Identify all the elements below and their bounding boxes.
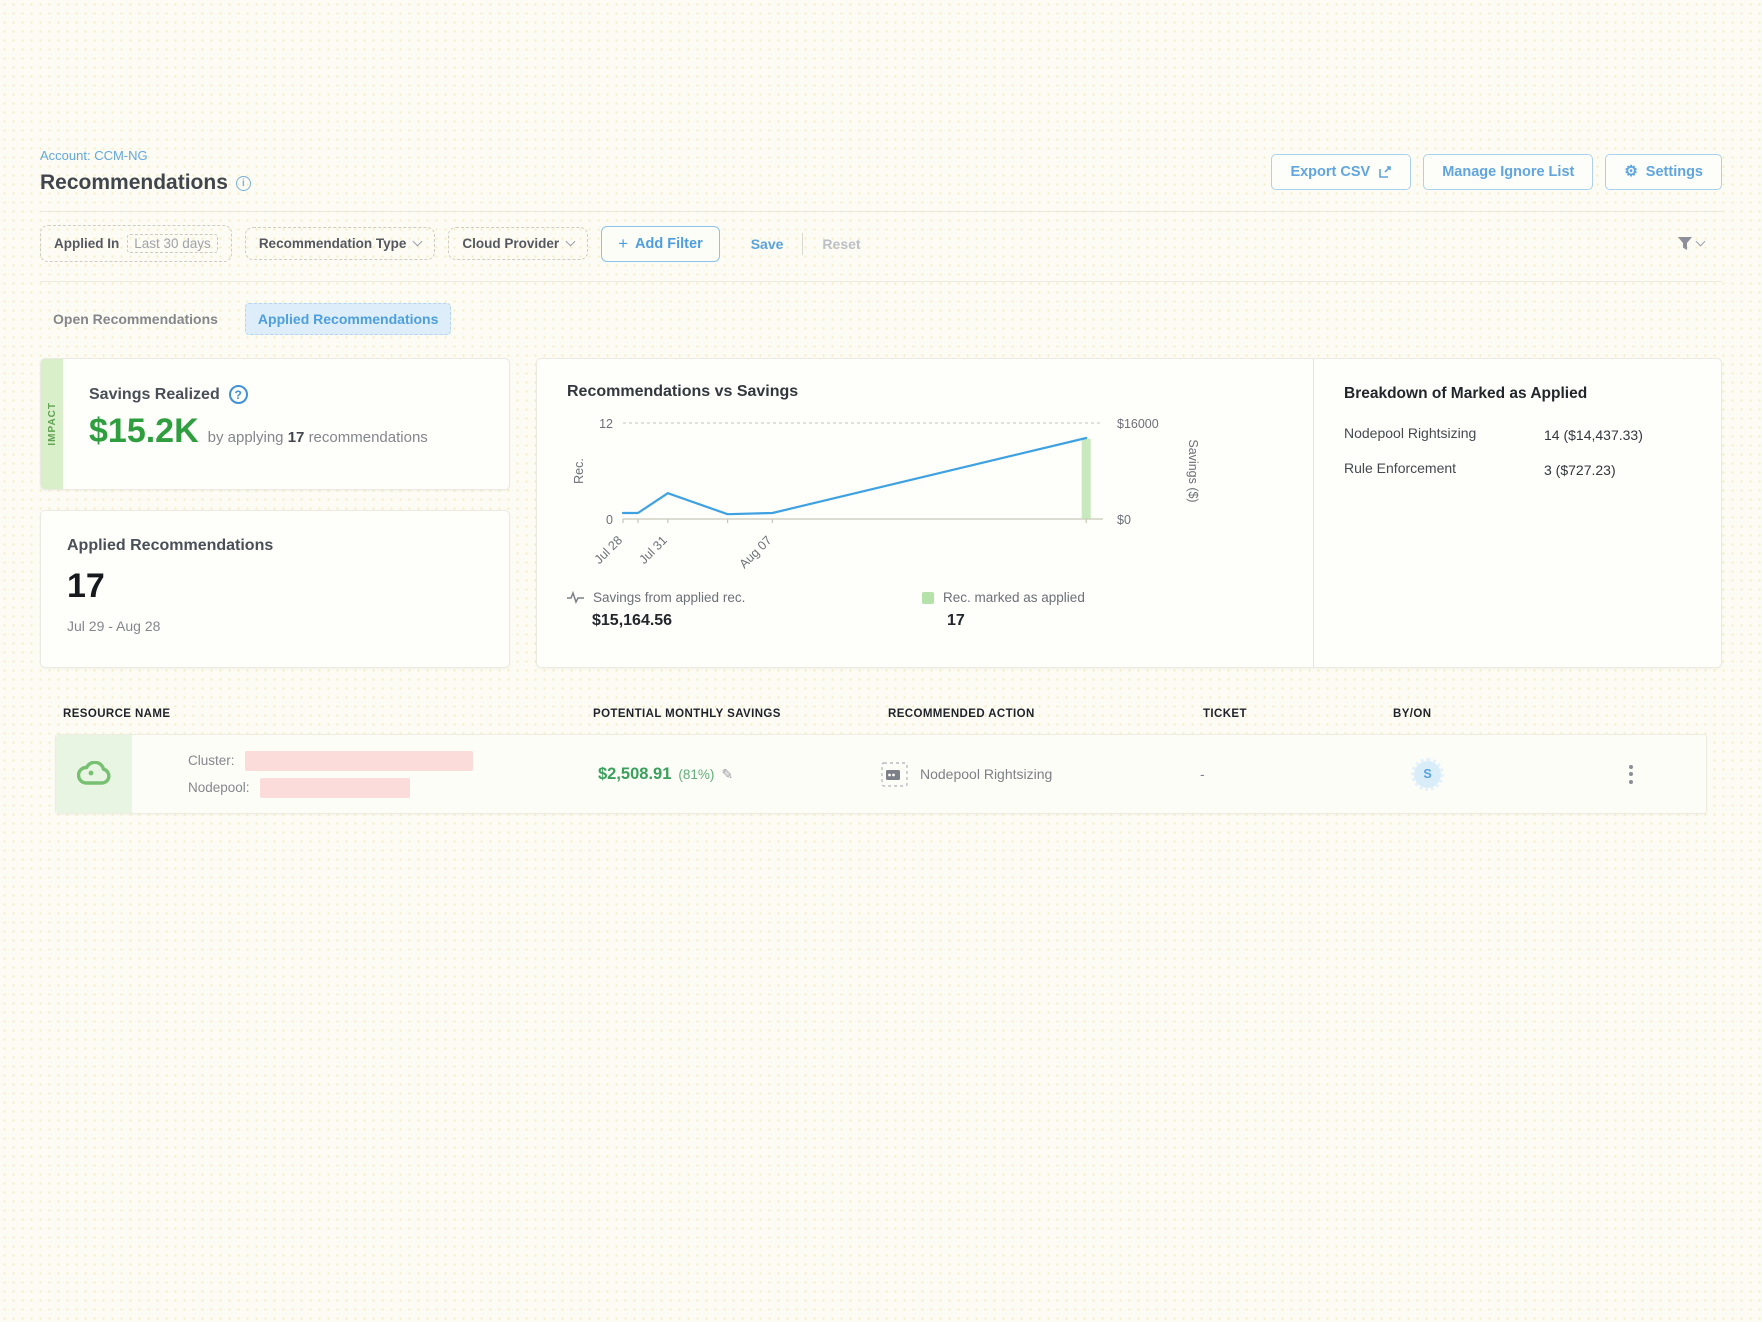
info-icon[interactable]: i xyxy=(236,176,251,191)
savings-realized-title: Savings Realized xyxy=(89,386,220,404)
cluster-name-redacted xyxy=(245,751,473,771)
recommendations-page: Account: CCM-NG Recommendations i Export… xyxy=(0,148,1762,1322)
breadcrumb[interactable]: Account: CCM-NG xyxy=(40,148,251,163)
chart-legend: Savings from applied rec. $15,164.56 Rec… xyxy=(567,590,1313,630)
tab-applied-recommendations[interactable]: Applied Recommendations xyxy=(245,303,451,335)
impact-strip: IMPACT xyxy=(41,359,63,489)
gear-icon: ⚙ xyxy=(1624,164,1637,179)
green-square-icon xyxy=(922,592,934,604)
chevron-down-icon xyxy=(566,237,576,247)
ticket-cell: - xyxy=(1196,766,1386,782)
svg-text:Aug 07: Aug 07 xyxy=(737,533,775,571)
filter-bar: Applied In Last 30 days Recommendation T… xyxy=(40,212,1722,282)
settings-button[interactable]: ⚙ Settings xyxy=(1605,154,1722,190)
page-header: Account: CCM-NG Recommendations i Export… xyxy=(40,148,1722,212)
divider xyxy=(802,233,803,255)
row-menu-icon[interactable] xyxy=(1623,759,1639,790)
nodepool-label: Nodepool: xyxy=(188,780,250,795)
cloud-provider-icon xyxy=(77,761,111,787)
table-header-row: RESOURCE NAME POTENTIAL MONTHLY SAVINGS … xyxy=(55,708,1707,734)
savings-realized-card: IMPACT Savings Realized ? $15.2K by appl… xyxy=(40,358,510,490)
svg-text:0: 0 xyxy=(606,513,613,527)
reset-filters-link[interactable]: Reset xyxy=(822,236,860,252)
svg-text:$0: $0 xyxy=(1117,513,1131,527)
chevron-down-icon xyxy=(413,237,423,247)
nodepool-rightsizing-icon xyxy=(881,762,908,787)
col-recommended-action: RECOMMENDED ACTION xyxy=(888,708,1203,720)
legend-applied-value: 17 xyxy=(947,612,1085,630)
funnel-icon xyxy=(1677,236,1693,251)
breakdown-title: Breakdown of Marked as Applied xyxy=(1344,385,1695,403)
resource-cell: Cluster: Nodepool: xyxy=(56,735,586,813)
savings-realized-desc: by applying 17 recommendations xyxy=(208,429,428,446)
tab-open-recommendations[interactable]: Open Recommendations xyxy=(40,303,231,335)
filter-applied-in-value[interactable]: Last 30 days xyxy=(127,234,218,253)
legend-savings-value: $15,164.56 xyxy=(592,612,922,630)
chevron-down-icon xyxy=(1696,237,1706,247)
svg-text:Jul 28: Jul 28 xyxy=(592,533,626,567)
svg-text:12: 12 xyxy=(599,417,613,431)
col-potential-monthly-savings: POTENTIAL MONTHLY SAVINGS xyxy=(593,708,888,720)
filter-recommendation-type[interactable]: Recommendation Type xyxy=(245,227,436,260)
chart-card: Recommendations vs Savings 12 0 $16000 $0 Re… xyxy=(536,358,1722,668)
legend-applied: Rec. marked as applied 17 xyxy=(922,590,1085,630)
applied-recommendations-range: Jul 29 - Aug 28 xyxy=(67,618,483,634)
avatar[interactable]: S xyxy=(1414,761,1441,788)
menu-cell xyxy=(1611,759,1706,790)
applied-recommendations-card: Applied Recommendations 17 Jul 29 - Aug … xyxy=(40,510,510,668)
breakdown-row: Rule Enforcement 3 ($727.23) xyxy=(1344,460,1695,480)
filter-cloud-provider[interactable]: Cloud Provider xyxy=(448,227,588,260)
header-buttons: Export CSV Manage Ignore List ⚙ Settings xyxy=(1271,154,1722,190)
page-title: Recommendations xyxy=(40,171,228,195)
applied-recommendations-count: 17 xyxy=(67,567,483,606)
edit-icon[interactable]: ✎ xyxy=(721,766,733,783)
savings-value: $2,508.91 xyxy=(598,765,671,784)
filter-panel-toggle[interactable] xyxy=(1677,236,1704,251)
svg-text:$16000: $16000 xyxy=(1117,417,1159,431)
filter-applied-in[interactable]: Applied In Last 30 days xyxy=(40,225,232,262)
breakdown-panel: Breakdown of Marked as Applied Nodepool … xyxy=(1313,359,1721,667)
savings-percent: (81%) xyxy=(678,767,714,782)
savings-realized-amount: $15.2K xyxy=(89,412,199,451)
title-block: Account: CCM-NG Recommendations i xyxy=(40,148,251,195)
col-resource-name: RESOURCE NAME xyxy=(63,708,593,720)
pulse-icon xyxy=(567,591,584,604)
applied-recommendations-title: Applied Recommendations xyxy=(67,537,483,555)
nodepool-name-redacted xyxy=(260,778,410,798)
action-label: Nodepool Rightsizing xyxy=(920,766,1052,782)
export-csv-button[interactable]: Export CSV xyxy=(1271,154,1411,190)
svg-text:Rec.: Rec. xyxy=(572,458,586,484)
chart-title: Recommendations vs Savings xyxy=(567,383,1313,401)
external-link-icon xyxy=(1378,165,1392,179)
action-cell: Nodepool Rightsizing xyxy=(881,762,1196,787)
byon-cell: S xyxy=(1386,761,1611,788)
plus-icon: + xyxy=(618,237,628,251)
breakdown-row: Nodepool Rightsizing 14 ($14,437.33) xyxy=(1344,425,1695,445)
provider-cell xyxy=(56,735,132,813)
save-filters-link[interactable]: Save xyxy=(751,236,784,252)
cluster-label: Cluster: xyxy=(188,753,235,768)
recommendations-vs-savings-chart: 12 0 $16000 $0 Rec. Savings ($) Jul 28 Jul 31 Au… xyxy=(567,405,1257,583)
col-by-on: BY/ON xyxy=(1393,708,1618,720)
dashboard: IMPACT Savings Realized ? $15.2K by appl… xyxy=(40,358,1722,668)
add-filter-button[interactable]: + Add Filter xyxy=(601,226,720,262)
svg-text:Jul 31: Jul 31 xyxy=(636,533,670,567)
col-ticket: TICKET xyxy=(1203,708,1393,720)
manage-ignore-list-button[interactable]: Manage Ignore List xyxy=(1423,154,1593,190)
help-icon[interactable]: ? xyxy=(229,385,248,404)
table-row[interactable]: Cluster: Nodepool: $2,508.91 (81%) ✎ xyxy=(55,734,1707,814)
chart-section: Recommendations vs Savings 12 0 $16000 $0 Re… xyxy=(537,359,1313,667)
svg-text:Savings ($): Savings ($) xyxy=(1186,439,1200,502)
recommendations-table: RESOURCE NAME POTENTIAL MONTHLY SAVINGS … xyxy=(55,708,1707,814)
legend-savings: Savings from applied rec. $15,164.56 xyxy=(567,590,922,630)
savings-cell: $2,508.91 (81%) ✎ xyxy=(586,765,881,784)
recommendation-tabs: Open Recommendations Applied Recommendat… xyxy=(40,303,1722,335)
